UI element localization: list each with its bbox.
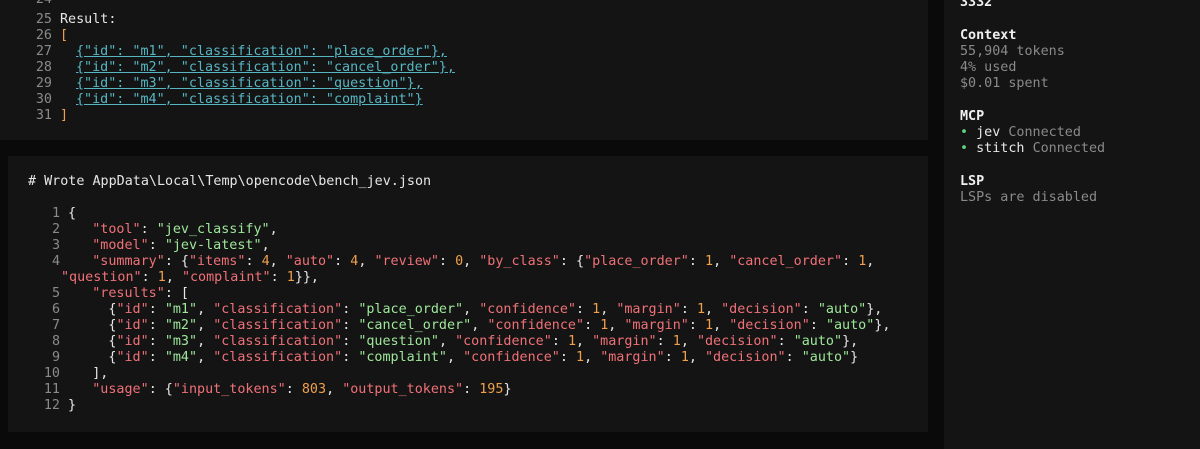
session-sidebar: 3332 Context 55,904 tokens 4% used $0.01… (944, 0, 1200, 449)
code-line: 10 ], (43, 366, 109, 381)
code-line: 27 {"id": "m1", "classification": "place_… (35, 44, 447, 59)
result-label: Result: (60, 12, 117, 27)
lsp-heading: LSP (960, 174, 985, 189)
file-write-header: # Wrote AppData\Local\Temp\opencode\benc… (28, 174, 432, 189)
context-heading: Context (960, 28, 1017, 43)
result-item-link[interactable]: {"id": "m2", "classification": "cancel_o… (76, 60, 455, 75)
result-item-link[interactable]: {"id": "m4", "classification": "complain… (76, 92, 423, 107)
status-dot-icon: • (960, 141, 969, 156)
mcp-server-item[interactable]: • jev Connected (960, 125, 1081, 141)
result-item-link[interactable]: {"id": "m1", "classification": "place_or… (76, 44, 447, 59)
context-used: 4% used (960, 60, 1017, 75)
code-line: 6 {"id": "m1", "classification": "place_… (51, 302, 883, 317)
session-number: 3332 (960, 0, 993, 10)
code-line: 9 {"id": "m4", "classification": "compla… (51, 350, 859, 365)
code-line: 5 "results": [ (51, 286, 189, 301)
code-line: 7 {"id": "m2", "classification": "cancel… (51, 318, 891, 333)
code-line-wrap: "question": 1, "complaint": 1}}, (61, 270, 319, 285)
lsp-status: LSPs are disabled (960, 190, 1098, 205)
code-line: 1{ (51, 206, 77, 221)
mcp-heading: MCP (960, 109, 985, 124)
code-line: 3 "model": "jev-latest", (51, 238, 270, 253)
code-line: 2 "tool": "jev_classify", (51, 222, 278, 237)
status-dot-icon: • (960, 125, 969, 140)
code-line: 25 Result: (35, 12, 117, 27)
mcp-server-item[interactable]: • stitch Connected (960, 141, 1105, 157)
code-line: 30 {"id": "m4", "classification": "compla… (35, 92, 423, 107)
code-line: 26[ (35, 28, 69, 43)
tool-output-panel: 24 25Result: 26[ 27{"id": "m1", "classif… (0, 0, 928, 140)
code-line: 12} (43, 398, 77, 413)
context-spent: $0.01 spent (960, 76, 1049, 91)
code-line: 4 "summary": {"items": 4, "auto": 4, "re… (51, 254, 875, 269)
code-line: 24 (0, 0, 52, 8)
result-item-link[interactable]: {"id": "m3", "classification": "question… (76, 76, 423, 91)
file-write-panel: # Wrote AppData\Local\Temp\opencode\benc… (8, 156, 928, 432)
code-line: 31] (35, 108, 69, 123)
code-line: 8 {"id": "m3", "classification": "questi… (51, 334, 859, 349)
code-line: 11 "usage": {"input_tokens": 803, "outpu… (43, 382, 512, 397)
context-tokens: 55,904 tokens (960, 44, 1065, 59)
code-line: 29 {"id": "m3", "classification": "questi… (35, 76, 423, 91)
code-line: 28 {"id": "m2", "classification": "cancel… (35, 60, 455, 75)
